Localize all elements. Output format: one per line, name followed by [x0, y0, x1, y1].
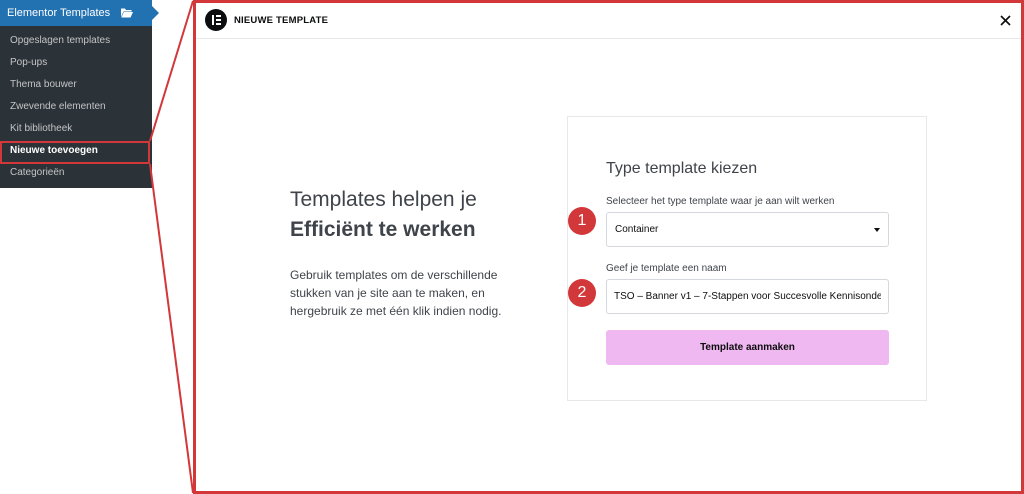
- submenu-item-floating-elements[interactable]: Zwevende elementen: [0, 96, 152, 118]
- form-heading: Type template kiezen: [606, 160, 758, 177]
- submenu-item-theme-builder[interactable]: Thema bouwer: [0, 74, 152, 96]
- menu-title: Elementor Templates: [7, 7, 111, 19]
- create-template-button[interactable]: Template aanmaken: [606, 330, 889, 365]
- intro-heading: Templates helpen je Efficiënt te werken: [290, 185, 477, 245]
- elementor-templates-menu[interactable]: Elementor Templates: [0, 0, 159, 26]
- intro-heading-line1: Templates helpen je: [290, 188, 477, 211]
- folder-open-icon: [121, 8, 133, 18]
- intro-description: Gebruik templates om de verschillende st…: [290, 268, 502, 318]
- step-badge-2: 2: [568, 279, 596, 307]
- submenu-item-categories[interactable]: Categorieën: [0, 162, 152, 184]
- step-badge-1: 1: [568, 207, 596, 235]
- chevron-down-icon: [874, 228, 880, 232]
- template-name-label: Geef je template een naam: [606, 263, 727, 274]
- close-button[interactable]: [996, 11, 1014, 29]
- submenu-item-popups[interactable]: Pop-ups: [0, 52, 152, 74]
- new-template-modal: NIEUWE TEMPLATE Templates helpen je Effi…: [193, 0, 1024, 494]
- template-type-select[interactable]: Container: [606, 212, 889, 247]
- template-name-input[interactable]: [606, 279, 889, 314]
- elementor-logo-icon: [205, 9, 227, 31]
- template-type-label: Selecteer het type template waar je aan …: [606, 196, 835, 207]
- submenu-item-kit-library[interactable]: Kit bibliotheek: [0, 118, 152, 140]
- modal-title: NIEUWE TEMPLATE: [234, 15, 329, 26]
- template-type-value: Container: [615, 224, 659, 235]
- submenu-item-saved-templates[interactable]: Opgeslagen templates: [0, 30, 152, 52]
- close-icon: [999, 14, 1011, 26]
- intro-heading-line2: Efficiënt te werken: [290, 218, 476, 241]
- modal-header: NIEUWE TEMPLATE: [196, 3, 1021, 39]
- active-menu-pointer: [152, 6, 159, 20]
- template-form: Type template kiezen Selecteer het type …: [567, 116, 927, 401]
- add-new-highlight-box: [0, 141, 150, 164]
